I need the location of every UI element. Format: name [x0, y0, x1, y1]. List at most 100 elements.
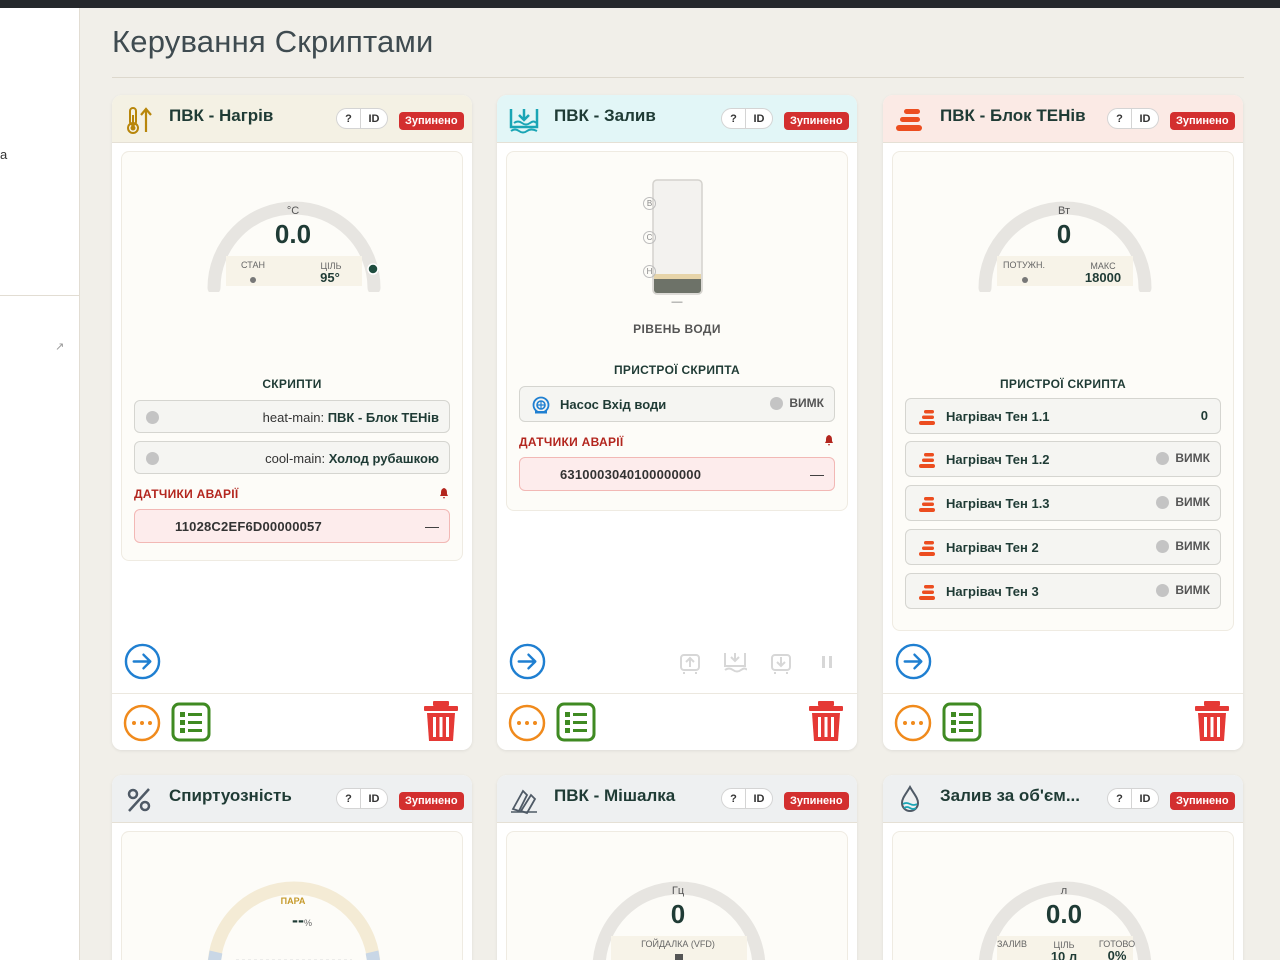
device-status-dot — [1156, 583, 1170, 597]
script-id: heat-main: — [262, 410, 325, 425]
alarm-sensor-id: 11028C2EF6D00000057 — [175, 519, 322, 534]
card-title: Залив за об'єм... — [940, 786, 1080, 805]
device-row[interactable]: Нагрівач Тен 1.1 0 — [905, 398, 1221, 434]
heater-icon — [919, 453, 935, 468]
help-button[interactable]: ? — [336, 788, 361, 809]
tank-mark-low: Н — [643, 265, 656, 278]
card-body: ПАРА --% — [121, 831, 463, 960]
script-card-heater-block: ПВК - Блок ТЕНів ? ID Зупинено Вт 0 ПОТУ… — [883, 95, 1243, 750]
heater-icon — [919, 497, 935, 512]
top-bar — [0, 0, 1280, 8]
status-badge: Зупинено — [399, 112, 464, 130]
more-options-icon[interactable] — [508, 704, 546, 742]
more-options-icon[interactable] — [123, 704, 161, 742]
card-title: ПВК - Мішалка — [554, 786, 676, 805]
sidebar-item-label[interactable]: а — [0, 147, 7, 162]
device-row[interactable]: Насос Вхід води ВИМК — [519, 386, 835, 422]
help-button[interactable]: ? — [721, 108, 746, 129]
status-badge: Зупинено — [784, 112, 849, 130]
card-footer — [883, 693, 1243, 750]
target-value: 95° — [320, 270, 340, 285]
water-fill-icon — [509, 109, 539, 134]
script-status-dot — [146, 452, 159, 465]
vapor-label: ПАРА — [280, 896, 306, 906]
trash-icon[interactable] — [1194, 700, 1230, 742]
raise-water-icon[interactable] — [678, 650, 702, 674]
device-state: ВИМК — [789, 396, 824, 410]
trash-icon[interactable] — [808, 700, 844, 742]
device-state: ВИМК — [1175, 495, 1210, 509]
card-header: ПВК - Залив ? ID Зупинено — [497, 95, 857, 143]
help-button[interactable]: ? — [721, 788, 746, 809]
id-button[interactable]: ID — [1131, 108, 1159, 129]
script-id: cool-main: — [265, 451, 326, 466]
script-row[interactable]: heat-main: ПВК - Блок ТЕНів — [134, 400, 450, 433]
alarm-sensor-row[interactable]: 11028C2EF6D00000057 — — [134, 509, 450, 543]
script-name: Холод рубашкою — [328, 451, 439, 466]
id-button[interactable]: ID — [745, 788, 773, 809]
logs-list-icon[interactable] — [171, 702, 211, 742]
more-options-icon[interactable] — [894, 704, 932, 742]
trash-icon[interactable] — [423, 700, 459, 742]
alarm-sensors-label: ДАТЧИКИ АВАРІЇ — [134, 487, 239, 501]
gauge-value: 0.0 — [274, 219, 312, 249]
device-row[interactable]: Нагрівач Тен 2 ВИМК — [905, 529, 1221, 565]
id-button[interactable]: ID — [360, 788, 388, 809]
help-button[interactable]: ? — [1107, 108, 1132, 129]
power-dot — [1022, 277, 1028, 283]
heater-block-icon — [896, 109, 922, 131]
id-button[interactable]: ID — [745, 108, 773, 129]
mixer-blades-icon — [511, 789, 537, 815]
arrow-right-circle-icon[interactable] — [895, 643, 932, 680]
logs-list-icon[interactable] — [556, 702, 596, 742]
device-status-dot — [1156, 451, 1170, 465]
pause-icon[interactable] — [815, 650, 839, 674]
sidebar-divider — [0, 295, 80, 296]
gauge-unit: л — [1060, 885, 1068, 897]
id-button[interactable]: ID — [360, 108, 388, 129]
alarm-sensor-row[interactable]: 6310003040100000000 — — [519, 457, 835, 491]
device-status-dot — [1156, 539, 1170, 553]
arrow-right-circle-icon[interactable] — [124, 643, 161, 680]
done-value: 0% — [1107, 948, 1127, 960]
drain-water-icon[interactable] — [769, 650, 793, 674]
tank-mark-mid: С — [643, 231, 656, 244]
status-badge: Зупинено — [1170, 112, 1235, 130]
state-dot — [250, 277, 256, 283]
device-name: Нагрівач Тен 3 — [946, 584, 1039, 599]
gauge-unit: Гц — [671, 885, 685, 897]
gauge-unit: °C — [286, 205, 300, 217]
script-card-heat: ПВК - Нагрів ? ID Зупинено °C 0.0 СТАН Ц… — [112, 95, 472, 750]
device-state: ВИМК — [1175, 451, 1210, 465]
card-footer — [112, 693, 472, 750]
card-title: ПВК - Блок ТЕНів — [940, 106, 1086, 125]
script-row[interactable]: cool-main: Холод рубашкою — [134, 441, 450, 474]
device-name: Нагрівач Тен 2 — [946, 540, 1039, 555]
page-title: Керування Скриптами — [112, 24, 434, 59]
gauge-value: 0.0 — [1045, 899, 1083, 929]
device-row[interactable]: Нагрівач Тен 1.3 ВИМК — [905, 485, 1221, 521]
gauge-unit: % — [303, 918, 312, 928]
arrow-right-circle-icon[interactable] — [509, 643, 546, 680]
alarm-sensor-value: — — [810, 466, 824, 482]
device-row[interactable]: Нагрівач Тен 3 ВИМК — [905, 573, 1221, 609]
thermometer-up-icon — [127, 107, 152, 134]
device-row[interactable]: Нагрівач Тен 1.2 ВИМК — [905, 441, 1221, 477]
max-value: 18000 — [1084, 270, 1122, 285]
scripts-section-label: СКРИПТИ — [262, 377, 322, 391]
help-button[interactable]: ? — [336, 108, 361, 129]
external-link-icon[interactable]: ↗ — [55, 340, 64, 353]
id-button[interactable]: ID — [1131, 788, 1159, 809]
fill-water-icon[interactable] — [723, 650, 747, 674]
water-level-label: РІВЕНЬ ВОДИ — [633, 322, 721, 336]
help-button[interactable]: ? — [1107, 788, 1132, 809]
power-label: ПОТУЖН. — [1003, 260, 1045, 270]
logs-list-icon[interactable] — [942, 702, 982, 742]
tank-mark-top: В — [643, 197, 656, 210]
script-status-dot — [146, 411, 159, 424]
device-name: Нагрівач Тен 1.2 — [946, 452, 1050, 467]
bell-icon — [440, 488, 448, 499]
devices-section-label: ПРИСТРОЇ СКРИПТА — [999, 377, 1127, 391]
heater-icon — [919, 585, 935, 600]
gauge-value: 0 — [1056, 219, 1072, 249]
